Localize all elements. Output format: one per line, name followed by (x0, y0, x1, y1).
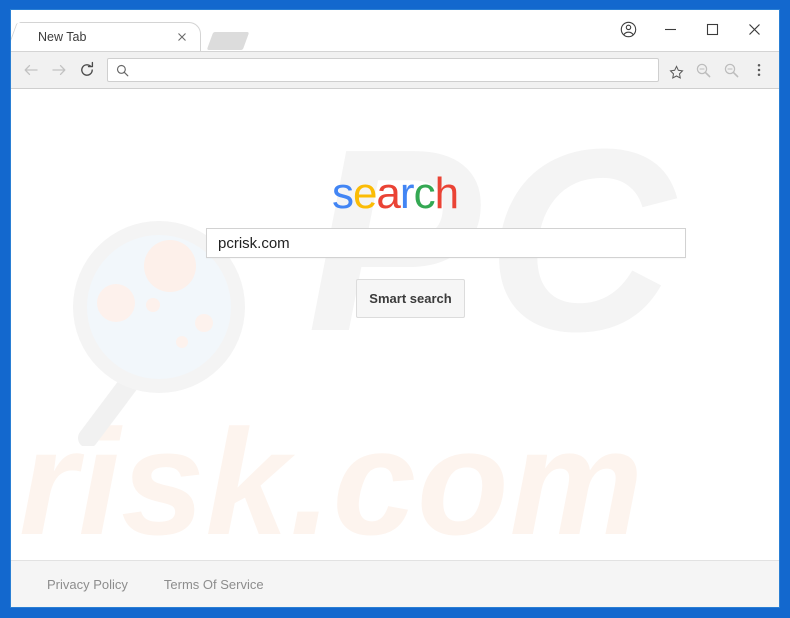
new-tab-button[interactable] (206, 32, 250, 50)
logo-letter-a: a (376, 169, 401, 218)
star-icon[interactable] (666, 62, 686, 82)
tab-strip: New Tab (11, 10, 779, 52)
logo-letter-e: e (352, 169, 378, 218)
screenshot-frame: New Tab PC risk.com search pcrisk.com Sm… (0, 0, 790, 618)
tab-title: New Tab (38, 30, 87, 44)
reload-icon[interactable] (73, 56, 101, 84)
tab-close-icon[interactable] (174, 29, 190, 45)
magnifier-extension-icon[interactable] (717, 56, 745, 84)
logo-letter-r: r (399, 169, 415, 218)
page-footer: Privacy Policy Terms Of Service (11, 560, 779, 607)
logo-letter-s: s (331, 169, 354, 218)
tab-new-tab[interactable]: New Tab (19, 22, 201, 52)
search-input-value[interactable]: pcrisk.com (218, 235, 290, 252)
profile-avatar-icon[interactable] (607, 14, 649, 44)
magnifier-extension-icon[interactable] (689, 56, 717, 84)
toolbar-right-icons (689, 56, 773, 84)
logo-letter-h: h (434, 169, 460, 218)
page-viewport: PC risk.com search pcrisk.com Smart sear… (11, 89, 779, 607)
smart-search-button[interactable]: Smart search (356, 279, 465, 318)
three-dot-menu-icon[interactable] (745, 56, 773, 84)
privacy-policy-link[interactable]: Privacy Policy (47, 577, 128, 592)
maximize-icon[interactable] (691, 14, 733, 44)
close-window-icon[interactable] (733, 14, 775, 44)
search-input[interactable]: pcrisk.com (206, 228, 686, 258)
search-icon (116, 64, 129, 77)
search-logo: search (11, 169, 779, 219)
minimize-icon[interactable] (649, 14, 691, 44)
window-controls (607, 14, 775, 44)
terms-of-service-link[interactable]: Terms Of Service (164, 577, 264, 592)
logo-letter-c: c (413, 169, 436, 218)
browser-window: New Tab PC risk.com search pcrisk.com Sm… (10, 9, 780, 608)
forward-arrow-icon[interactable] (45, 56, 73, 84)
risk-watermark: risk.com (19, 398, 644, 566)
browser-toolbar (11, 52, 779, 89)
address-bar[interactable] (107, 58, 684, 82)
back-arrow-icon[interactable] (17, 56, 45, 84)
